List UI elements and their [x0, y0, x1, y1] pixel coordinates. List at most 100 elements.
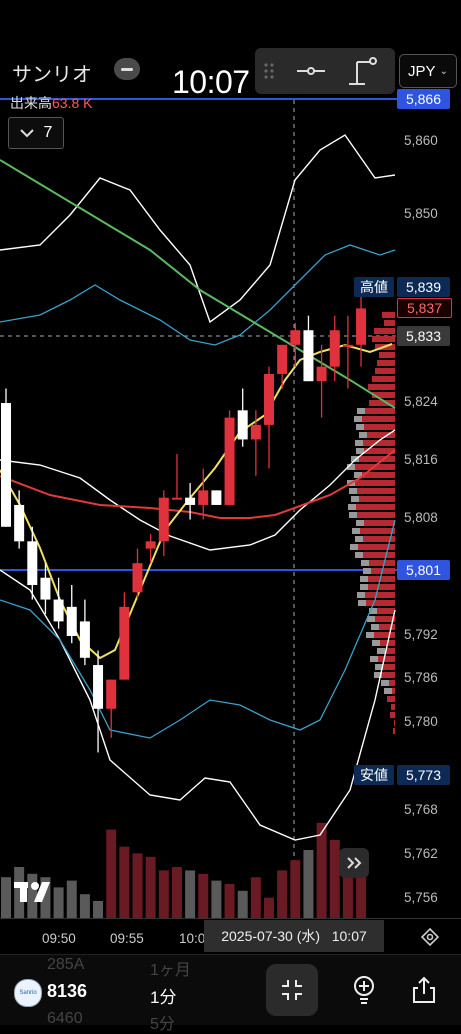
moving-average-red — [0, 450, 395, 518]
candle-body — [264, 374, 274, 425]
candle-body — [185, 498, 195, 505]
clock: 10:07 — [172, 64, 250, 101]
interval-picker[interactable]: 1分 — [150, 983, 176, 1008]
lower-line-price-tag[interactable]: 5,801 — [397, 560, 450, 580]
price-chart[interactable] — [0, 0, 461, 954]
volume-profile-bar — [359, 496, 395, 502]
symbol-name[interactable]: サンリオ — [12, 58, 92, 87]
candle-body — [93, 665, 103, 709]
volume-profile-bar — [360, 576, 368, 582]
candle-body — [277, 345, 287, 374]
low-price-tag: 5,773 — [397, 765, 450, 785]
candle-body — [1, 403, 11, 527]
currency-select[interactable]: JPY ⌄ — [399, 54, 457, 88]
settings-diamond-icon — [421, 928, 439, 946]
time-axis-label: 09:55 — [110, 931, 144, 946]
currency-label: JPY — [408, 63, 436, 80]
volume-profile-bar — [357, 488, 395, 494]
volume-profile-bar — [374, 328, 395, 334]
collapse-symbol-button[interactable] — [114, 58, 140, 80]
low-label: 安値 — [354, 765, 394, 785]
volume-value: 63.8 K — [52, 95, 92, 111]
upper-line-price-tag[interactable]: 5,866 — [397, 89, 450, 109]
candle-body — [172, 498, 182, 500]
candle-body — [106, 680, 116, 709]
volume-profile-bar — [358, 544, 395, 550]
volume-profile-bar — [384, 688, 392, 694]
volume-bar — [1, 877, 11, 918]
volume-legend[interactable]: 出来高63.8 K — [10, 93, 92, 113]
time-axis-label: 09:50 — [42, 931, 76, 946]
volume-profile-bar — [356, 424, 364, 430]
volume-profile-bar — [379, 624, 395, 630]
volume-bar — [67, 881, 77, 918]
volume-profile-bar — [355, 552, 363, 558]
volume-profile-bar — [355, 480, 395, 486]
volume-bar — [211, 881, 221, 918]
volume-profile-bar — [371, 624, 379, 630]
high-label: 高値 — [354, 277, 394, 297]
volume-profile-bar — [365, 592, 395, 598]
price-axis-label: 5,780 — [404, 714, 438, 729]
volume-bar — [303, 850, 313, 918]
ghost-interval-above: 1ヶ月 — [150, 956, 191, 980]
volume-profile-bar — [349, 488, 357, 494]
volume-profile-bar — [381, 680, 389, 686]
volume-bar — [264, 898, 274, 918]
candle-body — [54, 600, 64, 622]
volume-profile-bar — [361, 560, 369, 566]
volume-profile-bar — [389, 680, 395, 686]
price-axis-label: 5,756 — [404, 890, 438, 905]
share-icon — [411, 976, 437, 1004]
volume-profile-bar — [350, 544, 358, 550]
drawing-toolbar[interactable] — [255, 48, 395, 94]
chart-settings-button[interactable] — [412, 919, 448, 955]
volume-profile-bar — [359, 432, 367, 438]
volume-profile-bar — [348, 504, 356, 510]
volume-profile-bar — [391, 704, 395, 710]
company-logo-icon: Sanrio — [14, 979, 42, 1007]
indicator-count: 7 — [44, 124, 53, 142]
volume-profile-bar — [368, 584, 395, 590]
tradingview-logo-icon — [14, 878, 58, 904]
volume-profile-bar — [390, 712, 395, 718]
volume-profile-bar — [377, 608, 395, 614]
scroll-to-latest-button[interactable] — [339, 848, 369, 878]
volume-bar — [146, 857, 156, 918]
volume-profile-bar — [365, 408, 395, 414]
collapse-arrows-icon — [279, 977, 305, 1003]
candle-body — [80, 621, 90, 657]
volume-profile-bar — [362, 416, 395, 422]
volume-profile-bar — [372, 640, 380, 646]
candle-body — [290, 330, 300, 345]
candle-body — [211, 490, 221, 505]
volume-bar — [119, 847, 129, 918]
ghost-symbol-above: 285A — [47, 956, 84, 974]
volume-bar — [277, 870, 287, 918]
volume-profile-bar — [360, 528, 395, 534]
candle-body — [198, 490, 208, 505]
volume-profile-bar — [372, 376, 395, 382]
volume-bar — [93, 901, 103, 918]
add-indicator-button[interactable] — [346, 972, 382, 1008]
volume-profile-bar — [368, 384, 395, 390]
volume-profile-bar — [357, 512, 395, 518]
tradingview-logo[interactable] — [14, 878, 58, 904]
crosshair-price-tag: 5,833 — [397, 326, 450, 346]
share-button[interactable] — [406, 972, 442, 1008]
volume-profile-bar — [382, 672, 395, 678]
volume-bar — [133, 853, 143, 918]
volume-profile-bar — [394, 720, 395, 726]
volume-profile-bar — [384, 320, 395, 326]
volume-profile-bar — [357, 592, 365, 598]
moving-average-green — [0, 160, 395, 408]
fit-chart-button[interactable] — [266, 964, 318, 1016]
indicators-toggle[interactable]: 7 — [8, 117, 64, 149]
volume-profile-bar — [356, 520, 364, 526]
volume-bar — [290, 860, 300, 918]
stock-code-picker[interactable]: 8136 — [47, 981, 87, 1002]
price-axis-label: 5,768 — [404, 802, 438, 817]
volume-profile-bar — [360, 584, 368, 590]
candle-body — [356, 308, 366, 344]
volume-profile-bar — [364, 424, 395, 430]
